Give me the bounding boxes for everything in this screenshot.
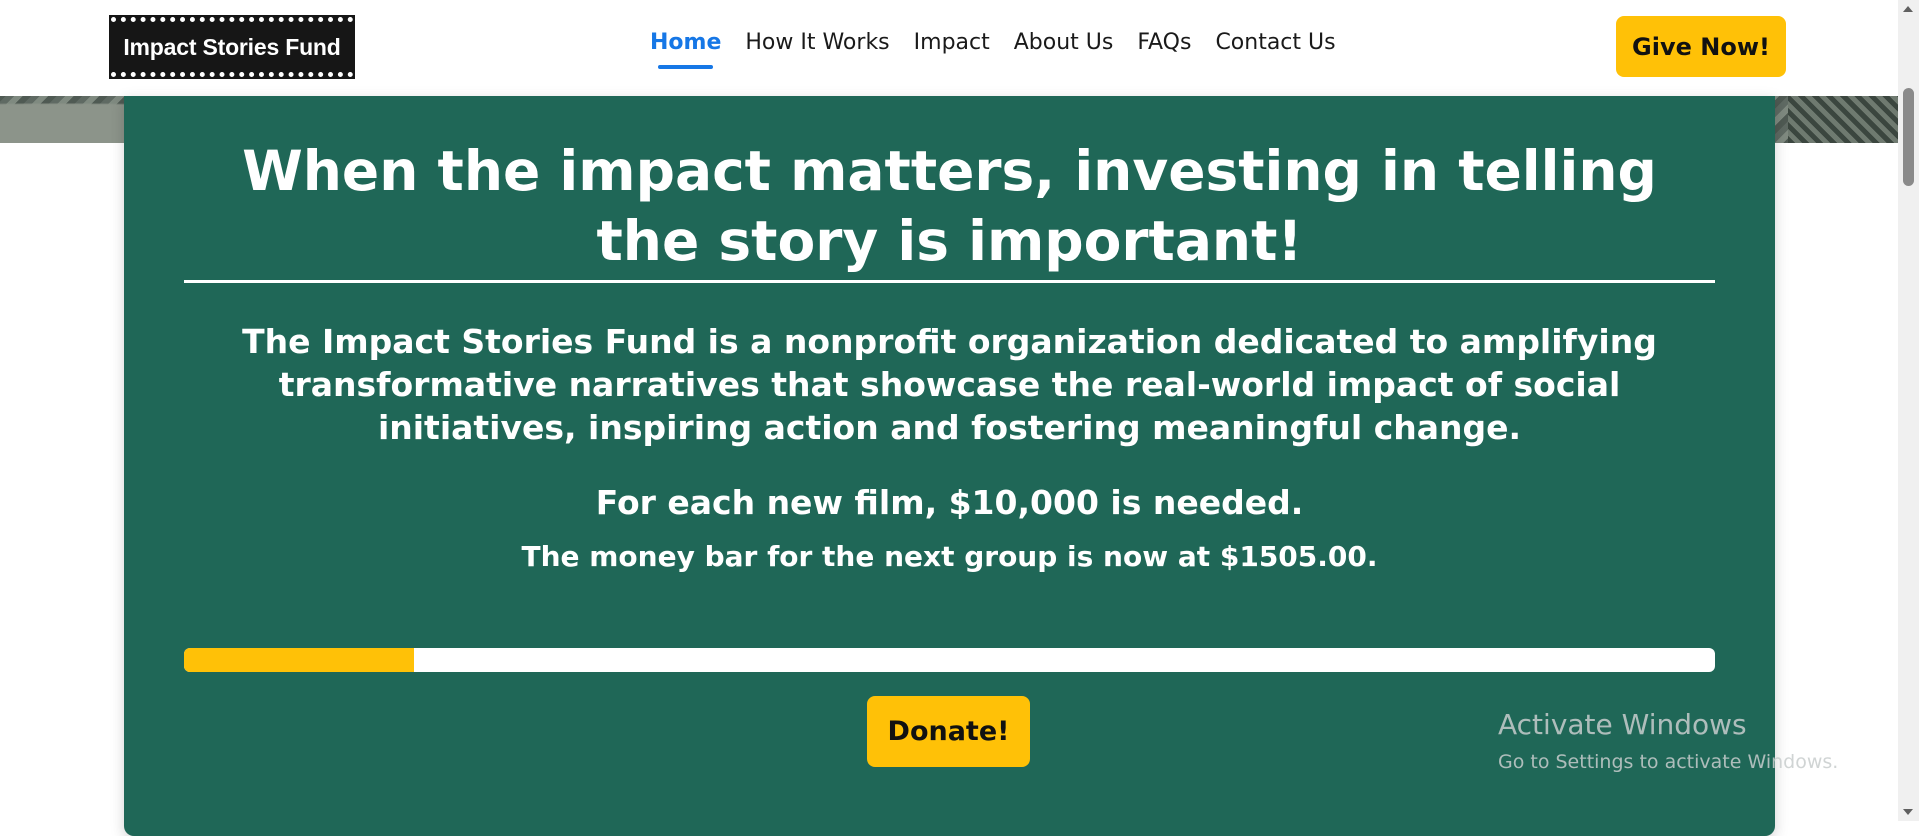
navbar: Impact Stories Fund Home How It Works Im… — [0, 0, 1898, 96]
scroll-down-arrow-icon[interactable] — [1903, 809, 1913, 815]
nav-link-impact[interactable]: Impact — [914, 30, 990, 55]
funding-needed-text: For each new film, $10,000 is needed. — [595, 483, 1304, 522]
scroll-up-arrow-icon[interactable] — [1903, 6, 1913, 12]
hero-headline: When the impact matters, investing in te… — [242, 139, 1657, 273]
nav-link-faqs[interactable]: FAQs — [1137, 30, 1191, 55]
donate-button[interactable]: Donate! — [867, 696, 1030, 767]
page-scrollbar[interactable] — [1898, 0, 1919, 821]
nav-links: Home How It Works Impact About Us FAQs C… — [650, 30, 1360, 69]
money-bar-status: The money bar for the next group is now … — [184, 540, 1715, 573]
money-bar-status-prefix: The money bar for the next group is now … — [521, 540, 1220, 573]
funding-progress-bar — [184, 648, 1715, 672]
money-bar-amount: $1505.00 — [1219, 540, 1367, 573]
activate-windows-watermark: Activate Windows Go to Settings to activ… — [1498, 708, 1838, 773]
nav-link-home[interactable]: Home — [650, 30, 721, 69]
give-now-button[interactable]: Give Now! — [1616, 16, 1786, 77]
headline-divider — [184, 280, 1715, 283]
site-logo[interactable]: Impact Stories Fund — [109, 15, 355, 79]
scrollbar-thumb[interactable] — [1903, 88, 1914, 186]
nav-link-how-it-works[interactable]: How It Works — [745, 30, 889, 55]
nav-link-contact-us[interactable]: Contact Us — [1215, 30, 1335, 55]
funding-progress-fill — [184, 648, 414, 672]
watermark-subtitle: Go to Settings to activate Windows. — [1498, 751, 1839, 773]
mission-statement: The Impact Stories Fund is a nonprofit o… — [242, 322, 1657, 447]
money-bar-status-suffix: . — [1366, 540, 1378, 573]
watermark-title: Activate Windows — [1498, 708, 1747, 741]
hero-background-right — [1788, 96, 1898, 143]
nav-link-about-us[interactable]: About Us — [1014, 30, 1114, 55]
logo-text: Impact Stories Fund — [123, 33, 341, 60]
